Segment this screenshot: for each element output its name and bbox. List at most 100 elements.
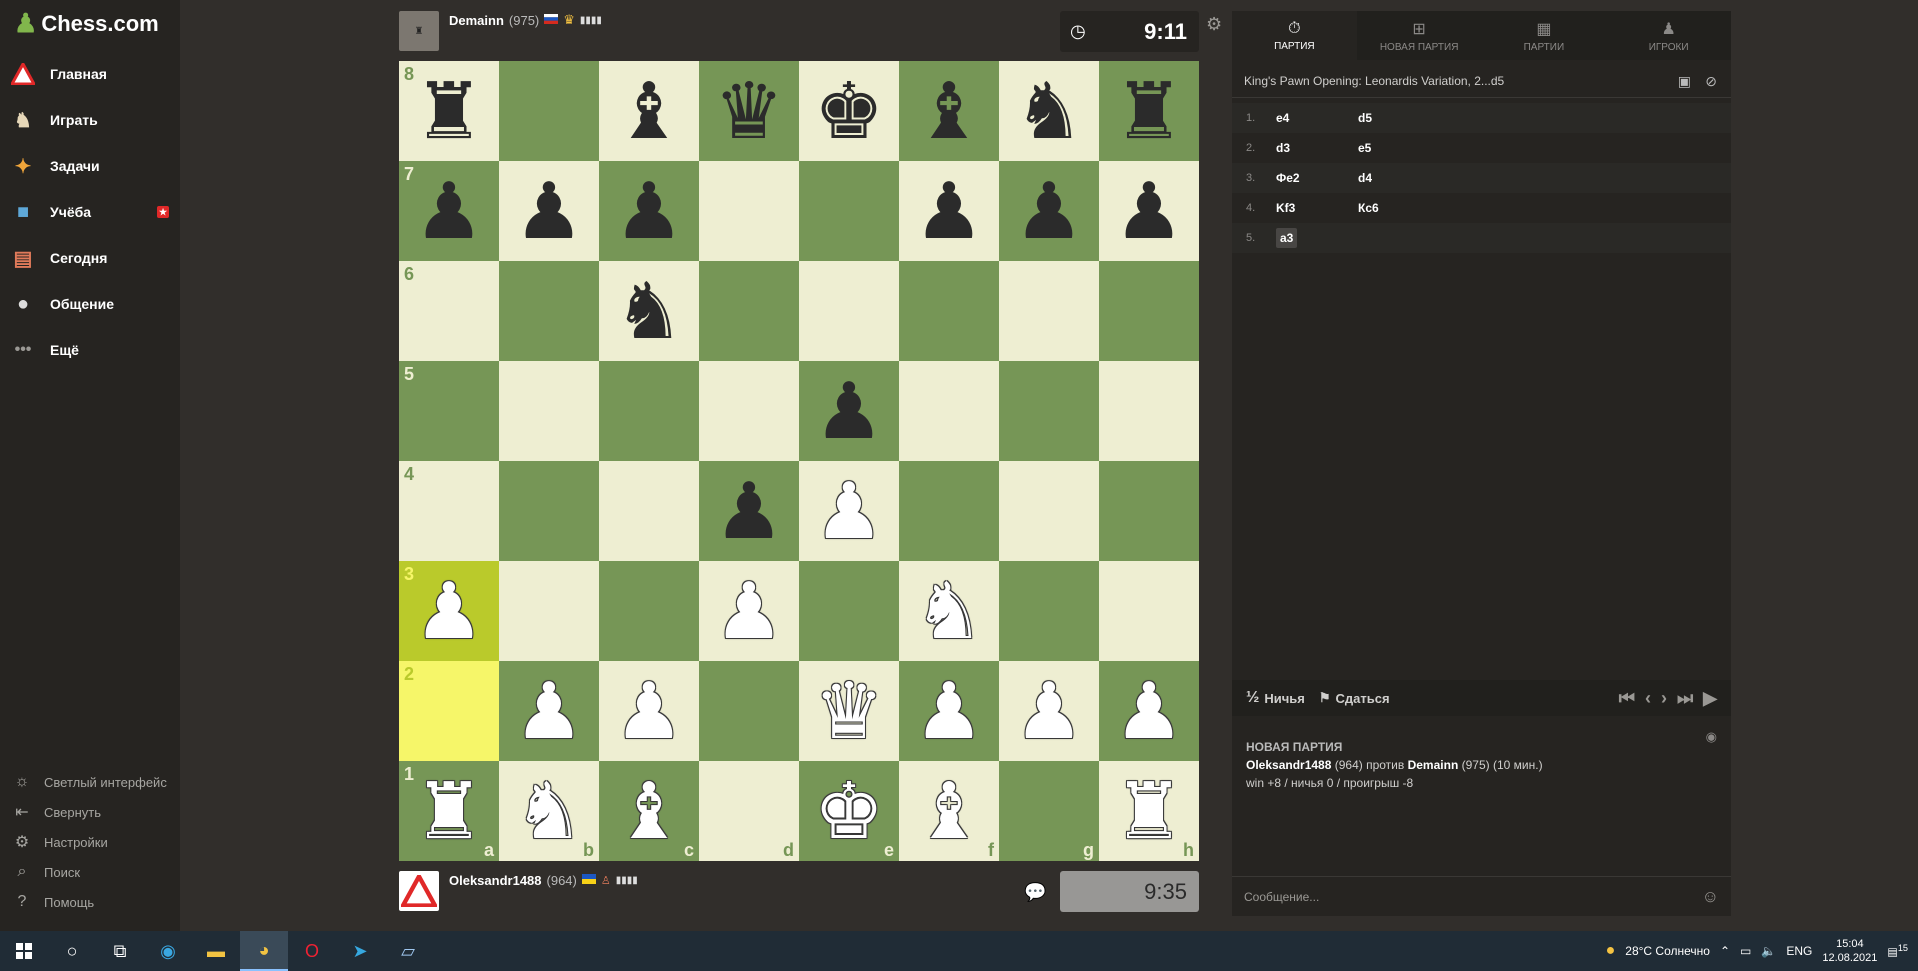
black-knight-piece[interactable]: ♞ bbox=[1014, 72, 1084, 150]
square-e5[interactable]: ♟ bbox=[799, 361, 899, 461]
square-f3[interactable]: ♞ bbox=[899, 561, 999, 661]
avatar[interactable] bbox=[399, 871, 439, 911]
square-g8[interactable]: ♞ bbox=[999, 61, 1099, 161]
square-d4[interactable]: ♟ bbox=[699, 461, 799, 561]
black-pawn-piece[interactable]: ♟ bbox=[414, 172, 484, 250]
draw-button[interactable]: ½ Ничья bbox=[1246, 689, 1305, 707]
white-pawn-piece[interactable]: ♟ bbox=[914, 672, 984, 750]
windows-start-icon[interactable] bbox=[0, 931, 48, 971]
square-d6[interactable] bbox=[699, 261, 799, 361]
square-b3[interactable] bbox=[499, 561, 599, 661]
weather-text[interactable]: 28°C Солнечно bbox=[1625, 944, 1710, 958]
square-e8[interactable]: ♚ bbox=[799, 61, 899, 161]
opera-icon[interactable]: O bbox=[288, 931, 336, 971]
book-icon[interactable]: ▣ bbox=[1678, 73, 1691, 90]
chat-toggle-icon[interactable]: 💬 bbox=[1024, 882, 1046, 903]
last-move-icon[interactable]: ⏭ bbox=[1677, 688, 1693, 709]
white-move[interactable]: Kf3 bbox=[1270, 201, 1352, 215]
black-queen-piece[interactable]: ♛ bbox=[714, 72, 784, 150]
emoji-icon[interactable]: ☺ bbox=[1702, 887, 1719, 907]
search-button[interactable]: ⌕ Поиск bbox=[12, 861, 81, 883]
square-a2[interactable]: 2 bbox=[399, 661, 499, 761]
light-theme-toggle[interactable]: ☼ Светлый интерфейс bbox=[12, 771, 167, 793]
square-b2[interactable]: ♟ bbox=[499, 661, 599, 761]
notifications-icon[interactable]: ▤15 bbox=[1887, 943, 1908, 959]
resign-button[interactable]: ⚑ Сдаться bbox=[1319, 690, 1390, 706]
square-e7[interactable] bbox=[799, 161, 899, 261]
square-b5[interactable] bbox=[499, 361, 599, 461]
square-b1[interactable]: b ♞ bbox=[499, 761, 599, 861]
square-h5[interactable] bbox=[1099, 361, 1199, 461]
collapse-button[interactable]: ⇤ Свернуть bbox=[12, 801, 101, 823]
square-d1[interactable]: d bbox=[699, 761, 799, 861]
square-f6[interactable] bbox=[899, 261, 999, 361]
square-b6[interactable] bbox=[499, 261, 599, 361]
square-h7[interactable]: ♟ bbox=[1099, 161, 1199, 261]
square-b7[interactable]: ♟ bbox=[499, 161, 599, 261]
white-move[interactable]: d3 bbox=[1270, 141, 1352, 155]
square-a3[interactable]: 3 ♟ bbox=[399, 561, 499, 661]
square-a1[interactable]: 1 a ♜ bbox=[399, 761, 499, 861]
task-view-icon[interactable]: ⧉ bbox=[96, 931, 144, 971]
sidebar-item-puzzles[interactable]: ✦ Задачи bbox=[10, 151, 175, 181]
help-button[interactable]: ? Помощь bbox=[12, 891, 95, 913]
square-a5[interactable]: 5 bbox=[399, 361, 499, 461]
white-queen-piece[interactable]: ♛ bbox=[814, 672, 884, 750]
white-king-piece[interactable]: ♚ bbox=[814, 772, 884, 850]
volume-icon[interactable]: 🔈 bbox=[1761, 944, 1776, 958]
square-e2[interactable]: ♛ bbox=[799, 661, 899, 761]
black-king-piece[interactable]: ♚ bbox=[814, 72, 884, 150]
chessboard[interactable]: 8 ♜ ♝ ♛ ♚ ♝ ♞ ♜ 7 ♟ ♟ ♟ ♟ ♟ ♟ 6 ♞ 5 ♟ 4 ♟ ♟ 3 ♟ ♟ ♞ 2 ♟ ♟ ♛ ♟ ♟ ♟ 1 a ♜ b ♞ c ♝… bbox=[399, 61, 1199, 861]
square-b8[interactable] bbox=[499, 61, 599, 161]
sidebar-item-more[interactable]: ••• Ещё bbox=[10, 335, 175, 365]
square-g1[interactable]: g bbox=[999, 761, 1099, 861]
tab-games[interactable]: ▦ ПАРТИИ bbox=[1482, 11, 1607, 60]
square-c7[interactable]: ♟ bbox=[599, 161, 699, 261]
white-rook-piece[interactable]: ♜ bbox=[1114, 772, 1184, 850]
black-move[interactable]: d4 bbox=[1352, 171, 1472, 185]
black-move[interactable]: d5 bbox=[1352, 111, 1472, 125]
square-b4[interactable] bbox=[499, 461, 599, 561]
black-pawn-piece[interactable]: ♟ bbox=[514, 172, 584, 250]
square-a4[interactable]: 4 bbox=[399, 461, 499, 561]
white-pawn-piece[interactable]: ♟ bbox=[814, 472, 884, 550]
square-g2[interactable]: ♟ bbox=[999, 661, 1099, 761]
black-bishop-piece[interactable]: ♝ bbox=[614, 72, 684, 150]
first-move-icon[interactable]: ⏮ bbox=[1619, 688, 1635, 709]
black-bishop-piece[interactable]: ♝ bbox=[914, 72, 984, 150]
sidebar-item-today[interactable]: ▤ Сегодня bbox=[10, 243, 175, 273]
square-d7[interactable] bbox=[699, 161, 799, 261]
white-bishop-piece[interactable]: ♝ bbox=[614, 772, 684, 850]
square-g6[interactable] bbox=[999, 261, 1099, 361]
square-f2[interactable]: ♟ bbox=[899, 661, 999, 761]
explorer-icon[interactable]: ⊘ bbox=[1705, 73, 1717, 90]
square-g3[interactable] bbox=[999, 561, 1099, 661]
square-e4[interactable]: ♟ bbox=[799, 461, 899, 561]
square-f1[interactable]: f ♝ bbox=[899, 761, 999, 861]
search-icon[interactable]: ○ bbox=[48, 931, 96, 971]
network-icon[interactable]: ▭ bbox=[1740, 944, 1751, 958]
black-pawn-piece[interactable]: ♟ bbox=[1014, 172, 1084, 250]
white-rook-piece[interactable]: ♜ bbox=[414, 772, 484, 850]
white-pawn-piece[interactable]: ♟ bbox=[1114, 672, 1184, 750]
tab-new-game[interactable]: ⊞ НОВАЯ ПАРТИЯ bbox=[1357, 11, 1482, 60]
avatar[interactable]: ♜ bbox=[399, 11, 439, 51]
square-h8[interactable]: ♜ bbox=[1099, 61, 1199, 161]
square-e3[interactable] bbox=[799, 561, 899, 661]
black-pawn-piece[interactable]: ♟ bbox=[814, 372, 884, 450]
square-d5[interactable] bbox=[699, 361, 799, 461]
chess-logo[interactable]: ♟ Chess.com bbox=[14, 8, 159, 39]
square-f4[interactable] bbox=[899, 461, 999, 561]
explorer-icon[interactable]: ▬ bbox=[192, 931, 240, 971]
square-g7[interactable]: ♟ bbox=[999, 161, 1099, 261]
notepad-icon[interactable]: ▱ bbox=[384, 931, 432, 971]
sidebar-item-home[interactable]: Главная bbox=[10, 59, 175, 89]
tray-arrow-icon[interactable]: ⌃ bbox=[1720, 944, 1730, 958]
telegram-icon[interactable]: ➤ bbox=[336, 931, 384, 971]
black-rook-piece[interactable]: ♜ bbox=[1114, 72, 1184, 150]
white-pawn-piece[interactable]: ♟ bbox=[414, 572, 484, 650]
square-a6[interactable]: 6 bbox=[399, 261, 499, 361]
square-f8[interactable]: ♝ bbox=[899, 61, 999, 161]
black-pawn-piece[interactable]: ♟ bbox=[714, 472, 784, 550]
white-pawn-piece[interactable]: ♟ bbox=[614, 672, 684, 750]
